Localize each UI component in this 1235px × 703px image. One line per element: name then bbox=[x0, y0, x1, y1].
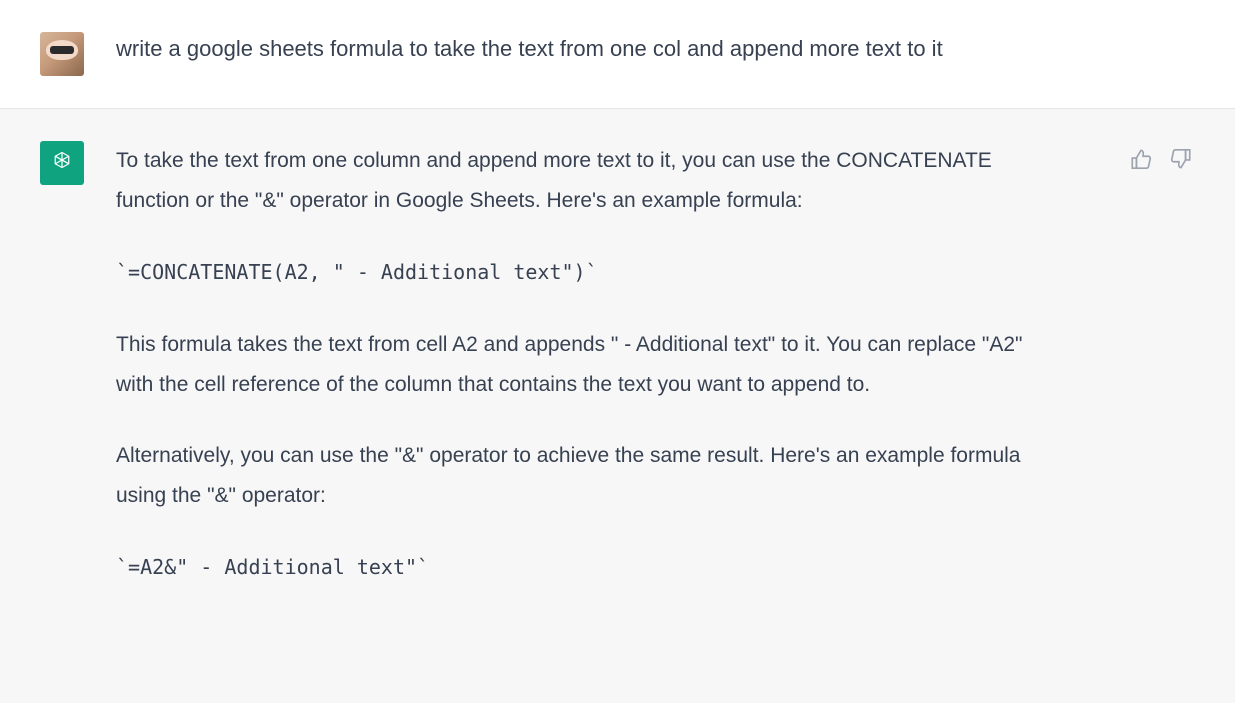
assistant-message-row: To take the text from one column and app… bbox=[0, 109, 1235, 703]
user-message-text: write a google sheets formula to take th… bbox=[116, 32, 1036, 65]
user-avatar bbox=[40, 32, 84, 76]
assistant-paragraph-3: Alternatively, you can use the "&" opera… bbox=[116, 436, 1036, 516]
assistant-code-2: `=A2&" - Additional text"` bbox=[116, 548, 1036, 588]
openai-logo-icon bbox=[47, 148, 77, 178]
user-message-body: write a google sheets formula to take th… bbox=[116, 32, 1036, 65]
assistant-code-1: `=CONCATENATE(A2, " - Additional text")` bbox=[116, 253, 1036, 293]
chat-container: write a google sheets formula to take th… bbox=[0, 0, 1235, 703]
feedback-actions bbox=[1127, 141, 1195, 173]
assistant-message-body: To take the text from one column and app… bbox=[116, 141, 1036, 588]
thumbs-down-button[interactable] bbox=[1167, 145, 1195, 173]
assistant-avatar bbox=[40, 141, 84, 185]
thumbs-down-icon bbox=[1170, 148, 1192, 170]
user-message-row: write a google sheets formula to take th… bbox=[0, 0, 1235, 109]
code-amp: `=A2&" - Additional text"` bbox=[116, 555, 429, 579]
code-concat: `=CONCATENATE(A2, " - Additional text")` bbox=[116, 260, 598, 284]
thumbs-up-icon bbox=[1130, 148, 1152, 170]
assistant-paragraph-2: This formula takes the text from cell A2… bbox=[116, 325, 1036, 405]
assistant-paragraph-1: To take the text from one column and app… bbox=[116, 141, 1036, 221]
thumbs-up-button[interactable] bbox=[1127, 145, 1155, 173]
